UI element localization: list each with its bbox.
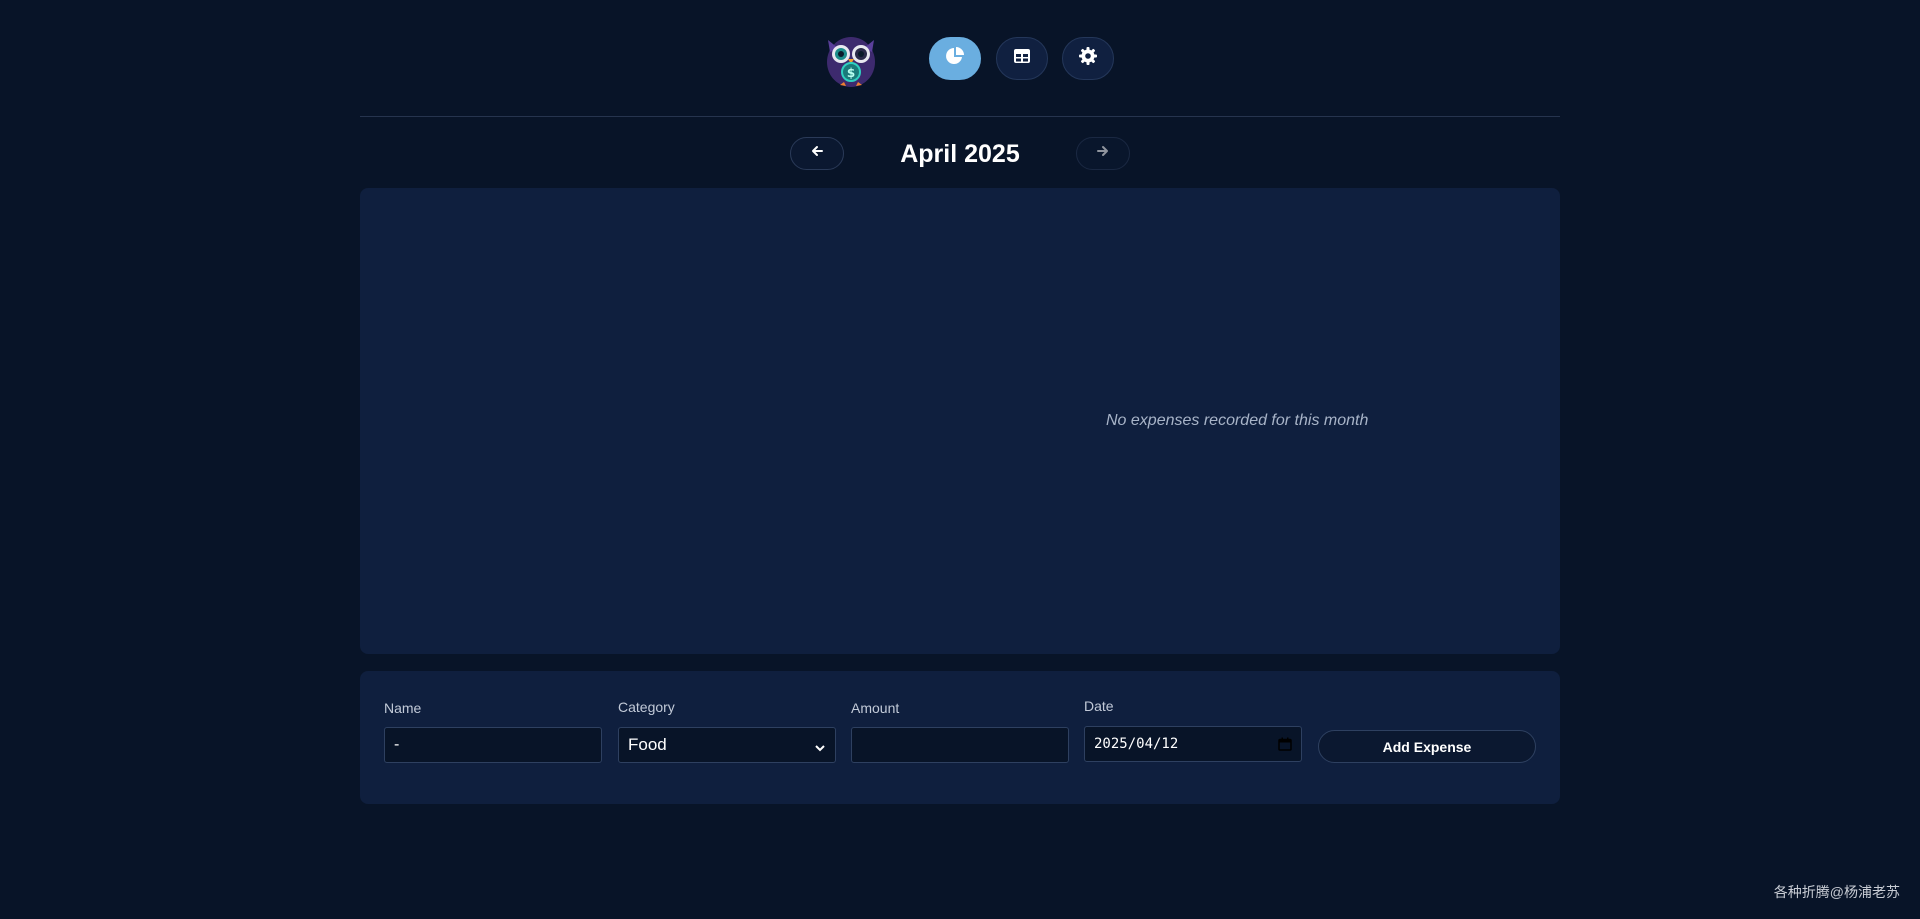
month-navigator: April 2025 <box>360 130 1560 178</box>
expense-chart-panel: No expenses recorded for this month <box>360 188 1560 654</box>
category-label: Category <box>618 699 675 715</box>
arrow-right-icon <box>1096 144 1110 163</box>
pie-chart-icon <box>945 46 965 71</box>
nav-table-button[interactable] <box>996 37 1048 80</box>
name-input-value: - <box>394 736 400 753</box>
next-month-button[interactable] <box>1076 137 1130 170</box>
table-icon <box>1012 46 1032 71</box>
owl-logo-icon: $ <box>820 28 882 90</box>
name-input[interactable]: - <box>384 727 602 763</box>
top-navigation: $ <box>0 0 1920 117</box>
gear-icon <box>1078 46 1098 71</box>
svg-text:$: $ <box>847 66 855 80</box>
arrow-left-icon <box>810 144 824 163</box>
date-input[interactable]: 2025/04/12 <box>1084 726 1302 762</box>
previous-month-button[interactable] <box>790 137 844 170</box>
nav-settings-button[interactable] <box>1062 37 1114 80</box>
add-expense-form: Name - Category Food Amount Date 2025/04… <box>360 671 1560 804</box>
date-label: Date <box>1084 698 1114 714</box>
month-title: April 2025 <box>900 140 1020 168</box>
category-select-value: Food <box>628 735 667 754</box>
calendar-icon[interactable] <box>1278 737 1292 751</box>
chevron-down-icon <box>814 739 826 752</box>
date-input-value: 2025/04/12 <box>1094 736 1179 752</box>
category-select[interactable]: Food <box>618 727 836 763</box>
add-expense-button[interactable]: Add Expense <box>1318 730 1536 763</box>
name-label: Name <box>384 700 422 716</box>
empty-state-message: No expenses recorded for this month <box>1106 412 1369 429</box>
header-divider <box>360 116 1560 117</box>
nav-chart-button[interactable] <box>929 37 981 80</box>
amount-input[interactable] <box>851 727 1069 763</box>
amount-label: Amount <box>851 700 900 716</box>
watermark-text: 各种折腾@杨浦老苏 <box>1773 884 1900 900</box>
